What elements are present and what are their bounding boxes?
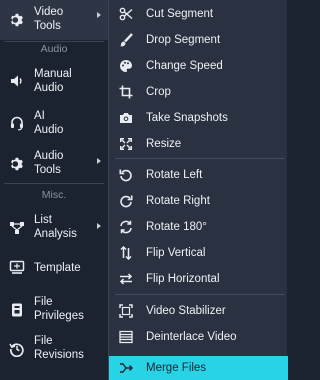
menu-item-label: Crop [146, 86, 171, 98]
sidebar-item-file-revisions[interactable]: File Revisions [0, 331, 108, 367]
menu-item-label: Flip Horizontal [146, 273, 220, 285]
chevron-right-icon [97, 223, 101, 229]
menu-item-deinterlace-video[interactable]: Deinterlace Video [109, 325, 288, 349]
menu-item-flip-vertical[interactable]: Flip Vertical [109, 241, 288, 265]
menu-item-take-snapshots[interactable]: Take Snapshots [109, 106, 288, 130]
section-head-misc: Misc. [41, 189, 67, 201]
video-tools-menu: Cut Segment Drop Segment Change Speed Cr… [108, 0, 288, 380]
menu-item-label: Flip Vertical [146, 247, 206, 259]
section-head-audio: Audio [40, 43, 68, 55]
menu-item-label: Change Speed [146, 60, 223, 72]
menu-item-label: Merge Files [146, 362, 207, 374]
menu-item-label: Video Stabilizer [146, 305, 226, 317]
menu-item-flip-horizontal[interactable]: Flip Horizontal [109, 267, 288, 291]
rotate-left-icon [119, 168, 133, 182]
sidebar-item-label: Manual Audio [34, 68, 72, 94]
crop-icon [119, 85, 133, 99]
sidebar-item-list-analysis[interactable]: List Analysis [0, 209, 108, 245]
menu-item-rotate-right[interactable]: Rotate Right [109, 189, 288, 213]
stabilizer-icon [119, 304, 133, 318]
sidebar-item-label: Template [34, 262, 81, 274]
scissors-icon [119, 7, 133, 21]
menu-item-change-speed[interactable]: Change Speed [109, 54, 288, 78]
sidebar-item-label: Video Tools [34, 6, 64, 32]
menu-item-label: Take Snapshots [146, 112, 228, 124]
menu-item-rotate-180[interactable]: Rotate 180° [109, 215, 288, 239]
menu-item-merge-files[interactable]: Merge Files [109, 356, 288, 380]
menu-separator [115, 294, 285, 295]
flip-horizontal-icon [119, 272, 133, 286]
menu-item-label: Rotate 180° [146, 221, 207, 233]
menu-item-crop[interactable]: Crop [109, 80, 288, 104]
rotate-right-icon [119, 194, 133, 208]
menu-item-label: Cut Segment [146, 8, 214, 20]
rotate-180-icon [119, 220, 133, 234]
sidebar-item-label: File Privileges [34, 296, 84, 322]
history-icon [6, 338, 28, 360]
camera-icon [119, 111, 133, 125]
sidebar-item-label: List Analysis [34, 214, 77, 240]
deinterlace-icon [119, 330, 133, 344]
brush-icon [119, 33, 133, 47]
menu-item-label: Resize [146, 138, 182, 150]
gear-icon [6, 9, 28, 31]
template-icon [6, 256, 28, 278]
sidebar-item-label: File Revisions [34, 335, 84, 361]
chevron-right-icon [97, 158, 101, 164]
sidebar-item-ai-audio[interactable]: AI Audio [0, 104, 108, 140]
sidebar-item-video-tools[interactable]: Video Tools [0, 0, 108, 40]
gear-icon [6, 153, 28, 175]
sidebar-item-template[interactable]: Template [0, 254, 108, 280]
sidebar-item-audio-tools[interactable]: Audio Tools [0, 145, 108, 181]
menu-item-resize[interactable]: Resize [109, 132, 288, 156]
menu-item-rotate-left[interactable]: Rotate Left [109, 163, 288, 187]
sidebar-item-label: AI Audio [34, 110, 64, 136]
menu-item-video-stabilizer[interactable]: Video Stabilizer [109, 299, 288, 323]
menu-item-label: Drop Segment [146, 34, 221, 46]
flip-vertical-icon [119, 246, 133, 260]
chevron-right-icon [97, 12, 101, 18]
section-divider [4, 183, 104, 184]
menu-item-label: Rotate Left [146, 169, 203, 181]
menu-item-label: Deinterlace Video [146, 331, 237, 343]
network-icon [6, 217, 28, 239]
document-lock-icon [6, 299, 28, 321]
sidebar: Video Tools Audio Manual Audio AI Audio … [0, 0, 108, 380]
menu-separator [115, 158, 285, 159]
sidebar-item-file-privileges[interactable]: File Privileges [0, 292, 108, 328]
palette-icon [119, 59, 133, 73]
menu-item-label: Rotate Right [146, 195, 210, 207]
headset-icon [6, 112, 28, 134]
resize-icon [119, 137, 133, 151]
sidebar-item-label: Audio Tools [34, 150, 64, 176]
menu-item-cut-segment[interactable]: Cut Segment [109, 2, 288, 26]
speaker-icon [6, 70, 28, 92]
merge-icon [119, 361, 133, 375]
sidebar-item-manual-audio[interactable]: Manual Audio [0, 62, 108, 98]
section-divider [4, 41, 104, 42]
menu-item-drop-segment[interactable]: Drop Segment [109, 28, 288, 52]
